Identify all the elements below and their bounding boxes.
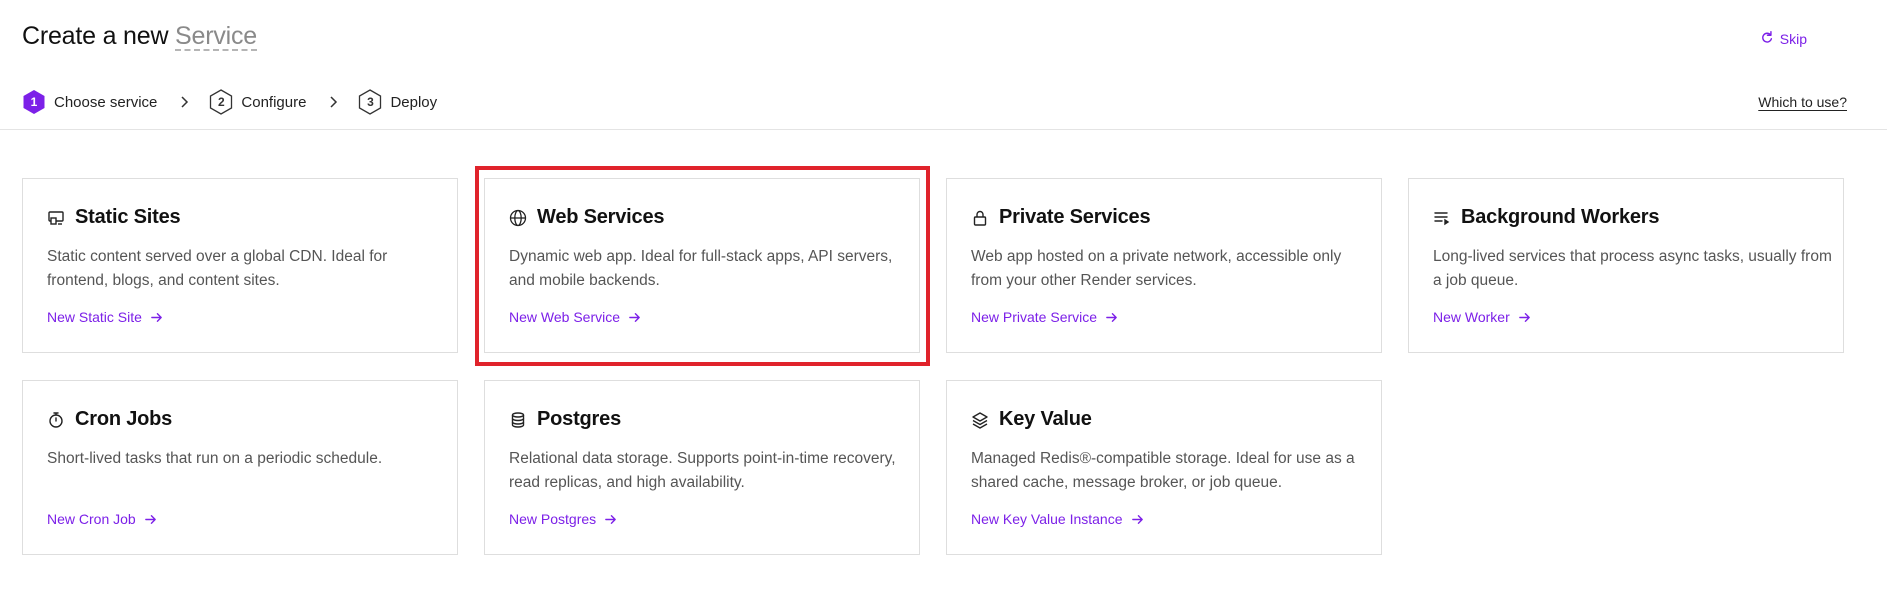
arrow-right-icon <box>151 312 162 322</box>
step-configure: 2 Configure <box>209 89 306 115</box>
page-title-prefix: Create a new <box>22 22 169 50</box>
static-site-icon <box>48 210 64 225</box>
card-link-label: New Worker <box>1433 309 1510 325</box>
database-icon <box>511 411 525 428</box>
step-deploy: 3 Deploy <box>358 89 437 115</box>
card-link-label: New Private Service <box>971 309 1098 325</box>
new-private-service-link[interactable]: New Private Service <box>971 309 1118 325</box>
card-title: Postgres <box>537 408 621 430</box>
card-background-workers[interactable]: Background Workers Long-lived services t… <box>1408 178 1844 353</box>
hexagon-step-icon: 2 <box>209 89 233 115</box>
new-static-site-link[interactable]: New Static Site <box>47 309 163 325</box>
new-postgres-link[interactable]: New Postgres <box>509 511 617 527</box>
card-private-services[interactable]: Private Services Web app hosted on a pri… <box>946 178 1382 353</box>
step-number: 3 <box>367 95 374 109</box>
arrow-right-icon <box>1131 514 1143 524</box>
create-service-page: Create a new Service Skip 1 Choose servi… <box>0 0 1901 593</box>
step-label: Choose service <box>54 93 158 111</box>
card-description: Managed Redis®-compatible storage. Ideal… <box>971 450 1355 491</box>
chevron-right-icon <box>181 96 189 108</box>
card-link-label: New Cron Job <box>47 511 136 527</box>
card-title: Static Sites <box>75 206 181 228</box>
new-worker-link[interactable]: New Worker <box>1433 309 1531 325</box>
arrow-right-icon <box>629 312 640 322</box>
stepper: 1 Choose service 2 Configure 3 Deploy <box>22 89 437 115</box>
card-description: Dynamic web app. Ideal for full-stack ap… <box>509 248 893 289</box>
page-title: Create a new Service <box>22 22 257 51</box>
service-kind-selector[interactable]: Service <box>175 22 257 50</box>
queue-icon <box>1434 211 1450 225</box>
step-number: 2 <box>218 95 225 109</box>
hexagon-step-icon: 3 <box>358 89 382 115</box>
stopwatch-icon <box>49 411 63 428</box>
globe-icon <box>509 209 527 226</box>
arrow-right-icon <box>1106 312 1117 322</box>
card-header: Cron Jobs <box>47 408 172 431</box>
card-title: Private Services <box>999 206 1151 228</box>
card-header: Web Services <box>509 206 665 229</box>
layers-icon <box>972 411 988 429</box>
arrow-right-icon <box>1518 312 1530 322</box>
card-header: Background Workers <box>1433 206 1660 229</box>
header-divider <box>0 129 1887 130</box>
arrow-right-icon <box>144 514 156 524</box>
card-description: Short-lived tasks that run on a periodic… <box>47 450 383 467</box>
new-key-value-instance-link[interactable]: New Key Value Instance <box>971 511 1144 527</box>
card-header: Postgres <box>509 408 621 431</box>
card-header: Key Value <box>971 408 1092 431</box>
card-link-label: New Key Value Instance <box>971 511 1123 527</box>
lock-icon <box>973 210 987 226</box>
card-link-label: New Static Site <box>47 309 142 325</box>
card-title: Web Services <box>537 206 665 228</box>
step-choose-service: 1 Choose service <box>22 89 157 115</box>
arrow-right-icon <box>605 514 616 524</box>
step-label: Configure <box>241 93 307 111</box>
step-number: 1 <box>30 95 38 109</box>
card-title: Cron Jobs <box>75 408 173 430</box>
card-description: Web app hosted on a private network, acc… <box>971 248 1342 289</box>
hexagon-step-icon: 1 <box>22 89 46 115</box>
card-header: Static Sites <box>47 206 181 229</box>
card-header: Private Services <box>971 206 1151 229</box>
redo-arrow-icon <box>1760 30 1774 47</box>
card-title: Background Workers <box>1461 206 1660 228</box>
card-title: Key Value <box>999 408 1092 430</box>
card-cron-jobs[interactable]: Cron Jobs Short-lived tasks that run on … <box>22 380 458 555</box>
card-postgres[interactable]: Postgres Relational data storage. Suppor… <box>484 380 920 555</box>
card-description: Relational data storage. Supports point-… <box>509 450 896 491</box>
card-static-sites[interactable]: Static Sites Static content served over … <box>22 178 458 353</box>
which-to-use-link[interactable]: Which to use? <box>1758 94 1847 110</box>
card-web-services[interactable]: Web Services Dynamic web app. Ideal for … <box>484 178 920 353</box>
new-cron-job-link[interactable]: New Cron Job <box>47 511 157 527</box>
step-label: Deploy <box>390 93 438 111</box>
skip-label: Skip <box>1779 30 1807 47</box>
card-description: Long-lived services that process async t… <box>1433 248 1832 289</box>
card-link-label: New Postgres <box>509 511 597 527</box>
card-description: Static content served over a global CDN.… <box>47 248 388 289</box>
new-web-service-link[interactable]: New Web Service <box>509 309 641 325</box>
chevron-right-icon <box>330 96 338 108</box>
skip-button[interactable]: Skip <box>1760 30 1807 47</box>
card-link-label: New Web Service <box>509 309 621 325</box>
card-key-value[interactable]: Key Value Managed Redis®-compatible stor… <box>946 380 1382 555</box>
